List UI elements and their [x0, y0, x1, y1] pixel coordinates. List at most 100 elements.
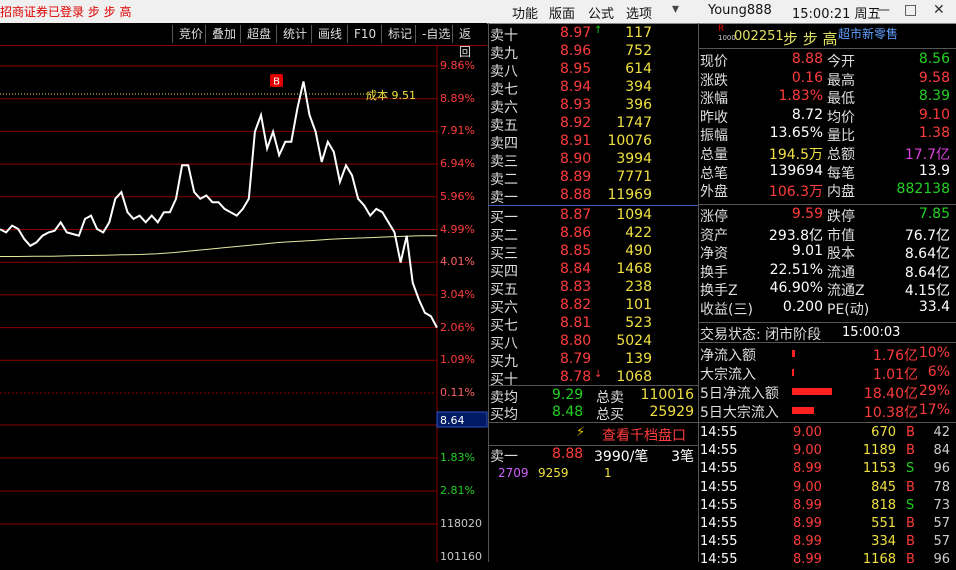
quote-label: 均价: [827, 109, 855, 126]
quote-value: 139694: [769, 162, 823, 179]
y-axis-label: 1.09%: [440, 353, 475, 367]
y-axis-label: 9.86%: [440, 59, 475, 72]
ask-row[interactable]: 卖三 8.90 3994: [490, 151, 696, 170]
ask-row[interactable]: 卖六 8.93 396: [490, 97, 696, 116]
tick-volume: 818: [871, 497, 896, 513]
total-sell-value: 110016: [640, 387, 694, 403]
level-volume: 490: [625, 243, 652, 259]
tick-time: 14:55: [700, 425, 738, 440]
quote-label: 市值: [827, 227, 855, 244]
y-axis-label: 2.81%: [440, 484, 475, 497]
tick-row: 14:55 8.99 818 S 73: [700, 498, 954, 516]
quote-row: 涨停 9.59 跌停 7.85: [700, 206, 954, 225]
quote-value: 8.39: [918, 88, 950, 105]
ask-row[interactable]: 卖二 8.89 7771: [490, 169, 696, 188]
y-axis-label: 4.99%: [440, 222, 475, 236]
tick-volume: 1189: [862, 443, 896, 459]
queue-label: 卖一: [490, 449, 518, 465]
tick-time: 14:55: [700, 534, 738, 550]
menu-options[interactable]: 选项: [626, 3, 652, 22]
tick-count: 96: [933, 552, 950, 568]
y-axis-label: 5.96%: [440, 189, 475, 203]
fund-flow-row: 大宗流入 1.01亿 6%: [700, 364, 954, 383]
level-volume: 11969: [607, 187, 652, 203]
quote-label: 资产: [700, 227, 728, 244]
total-buy-value: 25929: [649, 404, 694, 420]
menu-formula[interactable]: 公式: [588, 3, 614, 22]
bid-row[interactable]: 买七 8.81 523: [490, 315, 696, 334]
quote-row: 振幅 13.65% 量比 1.38: [700, 125, 954, 144]
ask-row[interactable]: 卖一 8.88 11969: [490, 187, 696, 206]
dropdown-icon[interactable]: ▾: [672, 1, 679, 17]
intraday-chart[interactable]: B 8.64: [0, 0, 488, 562]
fund-flow-label: 净流入额: [700, 348, 756, 364]
tick-count: 57: [933, 516, 950, 531]
tick-volume: 1168: [862, 552, 896, 568]
close-icon[interactable]: ✕: [933, 2, 945, 18]
menu-layout[interactable]: 版面: [549, 3, 575, 22]
trade-status-time: 15:00:03: [842, 325, 901, 340]
bid-row[interactable]: 买六 8.82 101: [490, 297, 696, 316]
bid-row[interactable]: 买二 8.86 422: [490, 225, 696, 244]
quote-row: 换手Z 46.90% 流通Z 4.15亿: [700, 280, 954, 300]
bid-row[interactable]: 买八 8.80 5024: [490, 333, 696, 352]
fund-flow-row: 净流入额 1.76亿 10%: [700, 345, 954, 364]
user-name[interactable]: Young888: [708, 3, 772, 18]
stock-code: 002251: [734, 29, 784, 44]
level-price: 8.97: [560, 25, 592, 41]
fund-flow-label: 5日净流入额: [700, 386, 779, 402]
ask-row[interactable]: 卖五 8.92 1747: [490, 115, 696, 134]
ask-row[interactable]: 卖九 8.96 752: [490, 43, 696, 62]
arrow-up-icon: ↑: [594, 25, 603, 36]
ask-row[interactable]: 卖十 8.97 ↑ 117: [490, 25, 696, 44]
level-volume: 394: [625, 79, 652, 95]
ask-row[interactable]: 卖七 8.94 394: [490, 79, 696, 98]
bid-row[interactable]: 买四 8.84 1468: [490, 261, 696, 280]
quote-value: 194.5万: [768, 147, 823, 163]
level-price: 8.96: [560, 43, 592, 59]
tick-row: 14:55 8.99 1168 B 96: [700, 552, 954, 570]
level-volume: 1747: [616, 115, 652, 131]
tick-side: B: [906, 479, 915, 495]
tick-time: 14:55: [700, 516, 738, 531]
maximize-icon[interactable]: □: [904, 2, 917, 18]
quote-value: 4.15亿: [904, 283, 950, 300]
level-price: 8.92: [560, 115, 592, 131]
ask-row[interactable]: 卖八 8.95 614: [490, 61, 696, 80]
view-depth-link[interactable]: 查看千档盘口: [602, 425, 686, 445]
quote-row: 总量 194.5万 总额 17.7亿: [700, 144, 954, 163]
sector-tag[interactable]: 超市新零售: [838, 25, 898, 42]
tick-count: 73: [933, 497, 950, 513]
quote-label: 昨收: [700, 109, 728, 126]
level-volume: 523: [625, 315, 652, 331]
level-volume: 101: [625, 297, 652, 313]
y-axis-label: 7.91%: [440, 124, 475, 138]
tick-time: 14:55: [700, 497, 738, 513]
level-label: 卖八: [490, 64, 518, 80]
stock-name: 步 步 高: [783, 30, 838, 48]
level-label: 买七: [490, 318, 518, 334]
bid-row[interactable]: 买九 8.79 139: [490, 351, 696, 370]
quote-value: 1.83%: [778, 88, 823, 105]
fund-flow-bar: [792, 369, 794, 376]
bid-row[interactable]: 买一 8.87 1094: [490, 207, 696, 226]
fund-flow-bar: [792, 388, 832, 395]
tick-side: B: [906, 425, 915, 440]
quote-row: 昨收 8.72 均价 9.10: [700, 107, 954, 126]
fund-flow-pct: 29%: [918, 383, 950, 399]
fund-flow-row: 5日大宗流入 10.38亿 17%: [700, 402, 954, 421]
menu-function[interactable]: 功能: [512, 3, 538, 22]
quote-value: 1.38: [918, 125, 950, 142]
level-price: 8.82: [560, 297, 592, 313]
level-volume: 614: [625, 61, 652, 77]
quote-label: 最低: [827, 91, 855, 108]
tick-time: 14:55: [700, 443, 738, 459]
bid-row[interactable]: 买五 8.83 238: [490, 279, 696, 298]
level-price: 8.86: [560, 225, 592, 241]
quote-row: 总笔 139694 每笔 13.9: [700, 162, 954, 182]
minimize-icon[interactable]: —: [876, 2, 890, 18]
ask-row[interactable]: 卖四 8.91 10076: [490, 133, 696, 152]
bid-row[interactable]: 买三 8.85 490: [490, 243, 696, 262]
quote-row: 现价 8.88 今开 8.56: [700, 51, 954, 70]
quote-row: 涨跌 0.16 最高 9.58: [700, 70, 954, 89]
